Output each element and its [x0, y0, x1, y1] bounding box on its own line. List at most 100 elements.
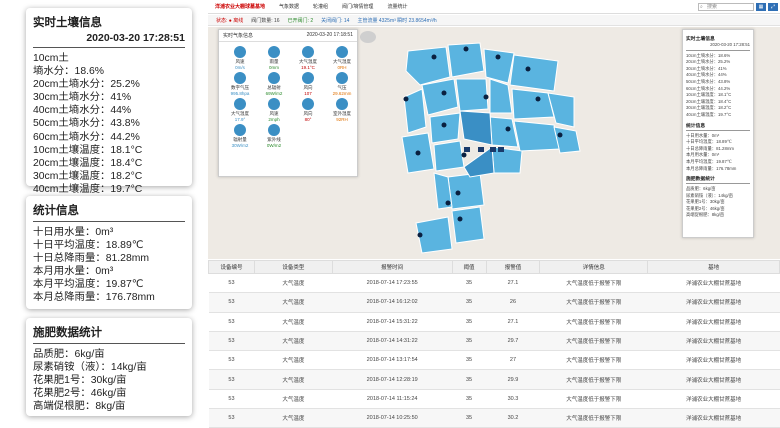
search-input[interactable]: ⌕ 搜索 — [698, 3, 754, 11]
table-row[interactable]: 53 大气温度 2018-07-14 10:25:50 35 30.2 大气温度低于报警下… — [208, 408, 780, 428]
weather-item: 大气温度 17.9° — [225, 98, 255, 122]
table-cell: 53 — [208, 331, 255, 352]
info-row: 本月总降雨量：176.78mm — [686, 165, 737, 171]
table-cell: 2018-07-14 12:28:19 — [332, 369, 453, 390]
table-row[interactable]: 53 大气温度 2018-07-14 12:28:19 35 29.9 大气温度低于报警下… — [208, 369, 780, 390]
fullscreen-button[interactable]: ⤢ — [768, 3, 778, 11]
table-cell: 大气温度 — [254, 312, 333, 332]
table-row[interactable]: 53 大气温度 2018-07-14 14:31:22 35 29.7 大气温度低于报警下… — [208, 331, 780, 352]
weather-sensor-icon — [268, 72, 280, 84]
weather-item-value: 80° — [304, 117, 312, 122]
divider — [686, 183, 750, 185]
nav-item-valve[interactable]: 阀门/墒情管理 — [335, 3, 380, 10]
info-row: 花果肥1号：30kg/亩 — [33, 375, 127, 387]
col-base: 基地 — [647, 260, 780, 274]
right-fert-title: 施肥数据统计 — [686, 177, 715, 183]
device-marker — [417, 232, 423, 238]
nav-item-weather[interactable]: 气象数据 — [272, 3, 306, 10]
weather-sensor-icon — [268, 124, 280, 136]
field-plot — [491, 146, 523, 174]
info-row: 尿素硝铵（液）：14kg/亩 — [33, 362, 147, 374]
table-row[interactable]: 53 大气温度 2018-07-14 15:31:22 35 27.1 大气温度低于报警下… — [208, 312, 780, 332]
table-cell: 洋浦农业大棚甘蔗基地 — [647, 350, 780, 371]
table-cell: 2018-07-14 10:25:50 — [332, 408, 453, 428]
weather-item: 辐射量 30W/m2 — [225, 124, 255, 148]
table-cell: 大气温度低于报警下限 — [539, 331, 648, 352]
stats-panel-title: 统计信息 — [33, 205, 79, 217]
info-row: 20cm土墒水分：25.2% — [686, 59, 731, 65]
col-alarm-value: 报警值 — [485, 260, 541, 274]
info-row: 40cm土墒水分：44% — [33, 105, 132, 117]
device-marker — [455, 190, 461, 196]
weather-item-value: 0W/m2 — [266, 143, 282, 148]
weather-item: 紫外线 0W/m2 — [259, 124, 289, 148]
left-column: 实时土壤信息 2020-03-20 17:28:51 10cm土 墒水分：18.6… — [0, 0, 205, 422]
field-plot — [455, 78, 489, 112]
info-row: 十日用水量：0m³ — [686, 132, 720, 138]
info-row: 本月平均温度：19.87℃ — [33, 279, 144, 291]
valve-marker — [490, 147, 496, 152]
grid-view-button[interactable]: ▦ — [756, 3, 766, 11]
col-details: 详情信息 — [539, 260, 649, 274]
weather-sensor-icon — [302, 98, 314, 110]
table-cell: 2018-07-14 14:31:22 — [332, 331, 453, 352]
table-cell: 洋浦农业大棚甘蔗基地 — [647, 312, 780, 332]
table-cell: 2018-07-14 15:31:22 — [332, 312, 453, 332]
table-cell: 27 — [486, 350, 540, 371]
info-row: 十日用水量：0m³ — [33, 227, 114, 238]
status-main-flow: 主管流量 4325m³ 瞬时 23.8654m³/h — [357, 17, 437, 24]
table-cell: 53 — [208, 292, 255, 313]
table-row[interactable]: 53 大气温度 2018-07-14 17:23:55 35 27.1 大气温度低于报警下… — [208, 273, 780, 294]
weather-item: 室外湿度 92RH — [327, 98, 357, 122]
table-cell: 29.9 — [486, 369, 540, 390]
info-row: 高端促根肥：8kg/亩 — [33, 401, 126, 413]
table-cell: 35 — [452, 350, 486, 371]
info-row: 花果肥2号：46kg/亩 — [686, 205, 725, 211]
weather-item: 风速 0m/s — [225, 46, 255, 70]
alarm-table-body: 53 大气温度 2018-07-14 17:23:55 35 27.1 大气温度低于报警下… — [208, 273, 780, 428]
table-cell: 53 — [208, 369, 255, 390]
weather-item: 数字气压 995.8hpa — [225, 72, 255, 96]
table-cell: 35 — [452, 331, 486, 352]
info-row: 30cm土壤温度：18.2°C — [33, 170, 143, 182]
status-online: 状态: ● 离线 — [216, 17, 244, 24]
divider — [686, 129, 750, 131]
device-marker — [441, 122, 447, 128]
search-placeholder: 搜索 — [707, 4, 718, 10]
table-cell: 35 — [452, 369, 486, 390]
info-row: 20cm土壤温度：18.4°C — [33, 157, 143, 169]
table-cell: 35 — [452, 292, 486, 313]
device-marker — [525, 66, 531, 72]
info-row: 40cm土墒水分：44% — [686, 72, 727, 78]
weather-sensor-icon — [336, 72, 348, 84]
device-marker — [415, 150, 421, 156]
device-marker — [403, 96, 409, 102]
weather-sensor-icon — [336, 46, 348, 58]
nav-item-irrigation[interactable]: 轮灌组 — [306, 3, 335, 10]
table-row[interactable]: 53 大气温度 2018-07-14 13:17:54 35 27 大气温度低于报警下限洋… — [208, 350, 780, 371]
info-row: 本月用水量：0m³ — [33, 266, 114, 278]
table-cell: 35 — [452, 312, 486, 332]
device-marker — [445, 200, 451, 206]
table-row[interactable]: 53 大气温度 2018-07-14 16:12:02 35 26 大气温度低于报警下限洋… — [208, 292, 780, 313]
info-row: 10cm土 — [33, 53, 69, 64]
info-row: 30cm土墒水分：41% — [686, 65, 727, 71]
info-row: 30cm土壤温度：18.2°C — [686, 105, 732, 111]
stats-panel: 统计信息 十日用水量：0m³ 十日平均温度：18.89℃ 十日总降雨量：81.28m… — [26, 196, 192, 309]
weather-item-value: 19.1°C — [301, 65, 315, 70]
nav-item-flow[interactable]: 流量统计 — [380, 3, 414, 10]
table-cell: 30.2 — [486, 408, 540, 428]
weather-item: 风向 107 — [293, 72, 323, 96]
weather-card: 实时气象信息 2020-03-20 17:18:51 风速 0m/s 雨量 0mm 大气… — [218, 29, 358, 177]
table-cell: 2018-07-14 17:23:55 — [332, 273, 453, 294]
info-row: 10cm土壤温度：18.1°C — [686, 92, 732, 98]
table-cell: 29.7 — [486, 331, 540, 352]
table-cell: 洋浦农业大棚甘蔗基地 — [647, 331, 780, 352]
valve-marker — [498, 147, 504, 152]
table-cell: 2018-07-14 11:15:24 — [332, 389, 453, 410]
nav-item-base[interactable]: 洋浦农业大棚球墓基地 — [208, 3, 272, 10]
weather-item-value: 0RH — [337, 65, 347, 70]
table-row[interactable]: 53 大气温度 2018-07-14 11:15:24 35 30.3 大气温度低于报警下… — [208, 389, 780, 410]
info-row: 品质肥：6kg/亩 — [686, 186, 716, 192]
col-alarm-time: 报警时间 — [331, 260, 453, 274]
